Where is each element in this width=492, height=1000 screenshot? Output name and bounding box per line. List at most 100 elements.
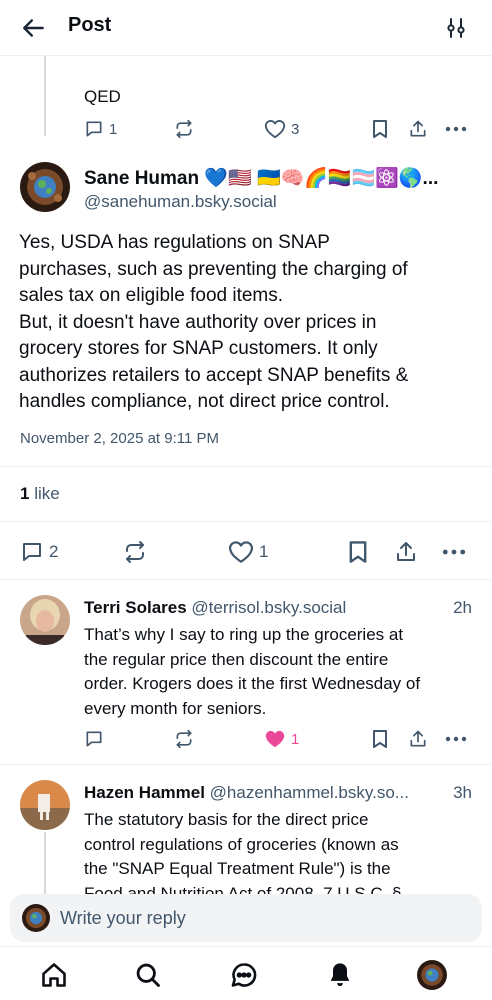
reply-placeholder[interactable]: Write your reply [60, 908, 186, 929]
likes-summary[interactable]: 1 like [20, 484, 60, 504]
bookmark-icon [373, 120, 387, 138]
comment-icon [23, 543, 41, 561]
heart-filled-icon [265, 730, 285, 748]
reply-composer[interactable]: Write your reply [10, 894, 482, 942]
share-icon [397, 542, 415, 561]
nav-chat[interactable] [228, 959, 260, 991]
post-time: 2h [453, 598, 472, 617]
back-button[interactable] [18, 12, 50, 44]
post-line: purchases, such as preventing the chargi… [19, 258, 408, 280]
home-icon [42, 963, 66, 987]
more-options-button[interactable] [445, 729, 467, 749]
arrow-left-icon [23, 19, 44, 37]
more-horizontal-icon [445, 736, 467, 742]
nav-search[interactable] [132, 959, 164, 991]
like-button[interactable]: 1 [228, 540, 268, 564]
reply-text: That’s why I say to ring up the grocerie… [84, 623, 476, 721]
nav-profile[interactable] [416, 959, 448, 991]
post-timestamp: November 2, 2025 at 9:11 PM [20, 430, 219, 447]
reply-post[interactable]: Terri Solares @terrisol.bsky.social 2h T… [0, 581, 492, 765]
heart-icon [264, 120, 286, 139]
post-line: sales tax on eligible food items. [19, 285, 284, 306]
reply-count: 1 [109, 120, 118, 138]
like-total-label: like [29, 484, 60, 503]
reply-line: The statutory basis for the direct price [84, 810, 369, 829]
reply-line: every month for seniors. [84, 698, 267, 718]
bell-icon [330, 963, 350, 987]
author-handle[interactable]: @hazenhammel.bsky.so... [210, 783, 409, 802]
header: Post [0, 0, 492, 56]
bookmark-icon [373, 730, 387, 748]
bookmark-button[interactable] [348, 540, 368, 564]
reply-button[interactable]: 1 [84, 119, 117, 139]
more-options-button[interactable] [442, 540, 466, 564]
author-name[interactable]: Hazen Hammel [84, 783, 205, 802]
repost-button[interactable] [174, 119, 194, 139]
post-line: Yes, USDA has regulations on SNAP [19, 232, 330, 253]
post-line: But, it doesn't have authority over pric… [19, 311, 377, 333]
thread-line [44, 832, 46, 894]
reply-line: Food and Nutrition Act of 2008, 7 U.S.C.… [84, 883, 402, 895]
avatar[interactable] [20, 595, 70, 645]
post-text: QED [84, 87, 121, 106]
main-post: Sane Human 💙🇺🇸 🇺🇦🧠🌈🏳️‍🌈🏳️‍⚧️⚛️🌎... @sane… [0, 156, 492, 580]
avatar-image [20, 595, 70, 645]
bookmark-button[interactable] [372, 729, 388, 749]
author-name[interactable]: Sane Human 💙🇺🇸 🇺🇦🧠🌈🏳️‍🌈🏳️‍⚧️⚛️🌎... [84, 166, 476, 190]
author-name[interactable]: Terri Solares [84, 598, 187, 617]
like-button[interactable]: 3 [264, 119, 299, 139]
repost-button[interactable] [174, 729, 194, 749]
reply-line: the "SNAP Equal Treatment Rule") is the [84, 859, 391, 878]
post-line: handles compliance, not direct price con… [19, 391, 390, 412]
share-icon [410, 730, 426, 747]
parent-post[interactable]: QED 1 3 [0, 56, 492, 156]
reply-count: 2 [49, 542, 59, 561]
avatar-image [22, 904, 50, 932]
reply-button[interactable] [84, 729, 104, 749]
reply-line: the regular price then discount the enti… [84, 649, 389, 669]
search-icon [136, 963, 160, 987]
more-horizontal-icon [442, 549, 466, 555]
more-horizontal-icon [445, 126, 467, 132]
post-line: grocery stores for SNAP customers. It on… [19, 338, 378, 359]
comment-icon [86, 121, 102, 137]
reply-text: The statutory basis for the direct price… [84, 808, 476, 894]
avatar[interactable] [20, 162, 70, 212]
avatar-image [417, 960, 447, 990]
avatar[interactable] [20, 780, 70, 830]
share-button[interactable] [408, 729, 428, 749]
like-button[interactable]: 1 [264, 729, 299, 749]
reply-header: Hazen Hammel @hazenhammel.bsky.so... [84, 783, 444, 803]
chat-icon [231, 963, 257, 987]
author-handle[interactable]: @sanehuman.bsky.social [84, 192, 277, 212]
reply-button[interactable]: 2 [20, 540, 58, 564]
reply-post[interactable]: Hazen Hammel @hazenhammel.bsky.so... 3h … [0, 766, 492, 894]
reply-line: control regulations of groceries (known … [84, 834, 399, 854]
repost-icon [176, 119, 192, 139]
thread-line [44, 56, 46, 136]
more-options-button[interactable] [445, 119, 467, 139]
nav-home[interactable] [38, 959, 70, 991]
share-button[interactable] [408, 119, 428, 139]
profile-avatar [417, 960, 447, 990]
repost-icon [126, 541, 144, 563]
bottom-nav [0, 946, 492, 1000]
reply-header: Terri Solares @terrisol.bsky.social [84, 598, 444, 618]
avatar [22, 904, 50, 932]
author-handle[interactable]: @terrisol.bsky.social [191, 598, 346, 617]
post-body: Yes, USDA has regulations on SNAP purcha… [19, 230, 481, 416]
comment-icon [86, 731, 102, 747]
like-count: 3 [291, 120, 300, 138]
sliders-icon [447, 18, 465, 38]
avatar-image [20, 780, 70, 830]
share-icon [410, 120, 426, 137]
thread-options-button[interactable] [442, 14, 470, 42]
post-time: 3h [453, 783, 472, 802]
bookmark-button[interactable] [372, 119, 388, 139]
share-button[interactable] [394, 540, 418, 564]
heart-icon [229, 541, 253, 563]
nav-notifications[interactable] [324, 959, 356, 991]
like-count: 1 [291, 730, 300, 748]
repost-button[interactable] [123, 540, 147, 564]
post-line: authorizes retailers to accept SNAP bene… [19, 364, 409, 386]
